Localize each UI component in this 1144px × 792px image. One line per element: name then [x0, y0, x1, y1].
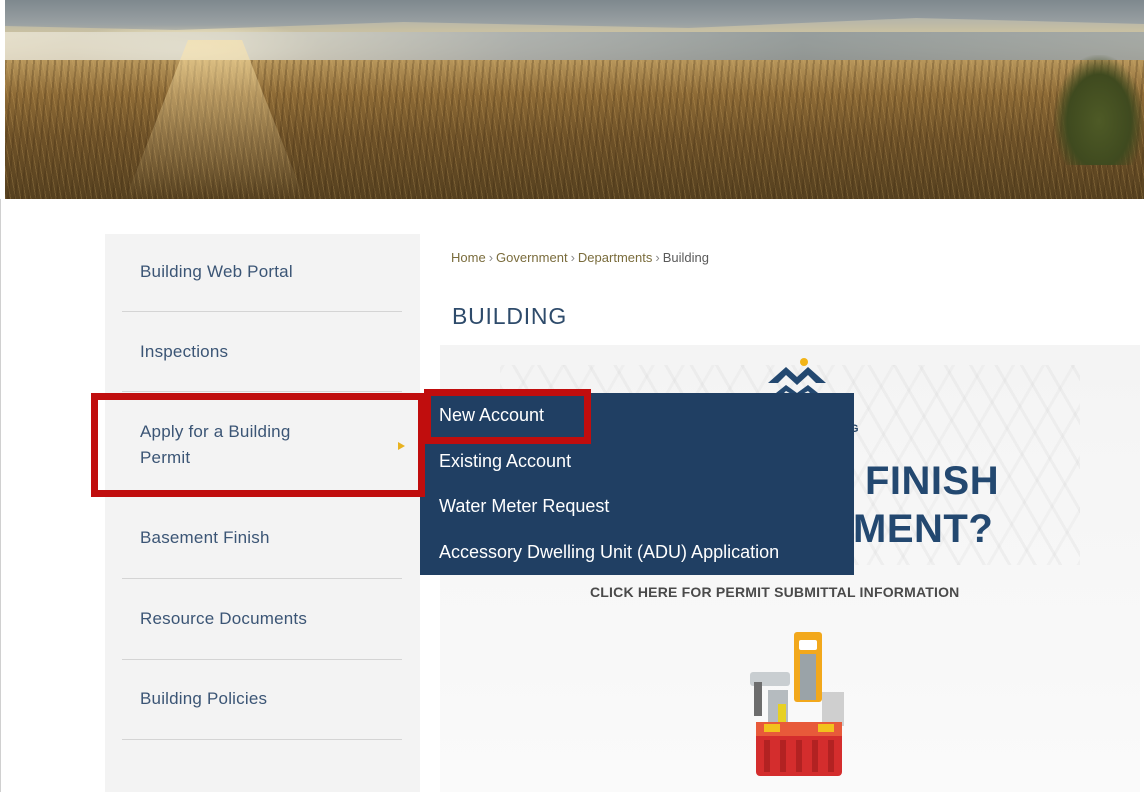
sidebar-item-label: Resource Documents — [140, 609, 308, 628]
promo-headline-line2: MENT? — [853, 507, 994, 551]
sidebar-nav: Building Web Portal Inspections Apply fo… — [105, 234, 420, 792]
hero-trees — [1054, 55, 1144, 165]
toolbox-icon — [750, 632, 844, 776]
hero-banner — [5, 0, 1144, 199]
breadcrumb-separator: › — [570, 250, 575, 265]
breadcrumb-separator: › — [488, 250, 494, 265]
page-edge-line — [0, 199, 1, 792]
sidebar-item-basement-finish[interactable]: Basement Finish — [122, 498, 402, 579]
breadcrumb: Home › Government › Departments › Building — [451, 250, 709, 265]
submenu-item-existing-account[interactable]: Existing Account — [439, 449, 571, 473]
breadcrumb-separator: › — [655, 250, 660, 265]
page-title: BUILDING — [452, 303, 568, 329]
sidebar-item-resource-documents[interactable]: Resource Documents — [122, 579, 402, 660]
submenu-item-water-meter-request[interactable]: Water Meter Request — [439, 494, 609, 518]
sidebar-item-label: Inspections — [140, 342, 229, 361]
highlight-box-new-account — [424, 389, 591, 444]
sidebar-item-inspections[interactable]: Inspections — [122, 312, 402, 392]
promo-headline-line1: FINISH — [865, 459, 1000, 503]
submenu-item-adu-application[interactable]: Accessory Dwelling Unit (ADU) Applicatio… — [439, 540, 779, 564]
breadcrumb-departments[interactable]: Departments — [578, 250, 652, 265]
sidebar-item-label: Building Web Portal — [140, 262, 293, 281]
highlight-box-apply-permit — [91, 393, 425, 497]
permit-info-link[interactable]: CLICK HERE FOR PERMIT SUBMITTAL INFORMAT… — [590, 584, 959, 600]
mountain-logo-icon — [768, 358, 826, 397]
breadcrumb-home[interactable]: Home — [451, 250, 486, 265]
breadcrumb-current: Building — [662, 250, 709, 265]
breadcrumb-government[interactable]: Government — [496, 250, 568, 265]
sidebar-item-building-web-portal[interactable]: Building Web Portal — [122, 234, 402, 312]
sidebar-item-label: Building Policies — [140, 689, 268, 708]
sidebar-item-label: Basement Finish — [140, 528, 270, 547]
sidebar-item-building-policies[interactable]: Building Policies — [122, 660, 402, 740]
